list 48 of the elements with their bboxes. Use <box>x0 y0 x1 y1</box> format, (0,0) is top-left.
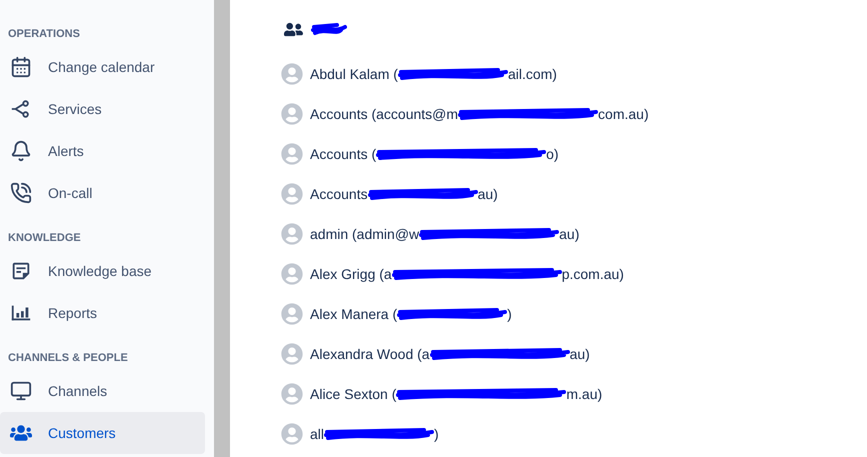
member-name: Alice Sexton ( <box>310 384 396 404</box>
member-email-end: au) <box>570 344 590 364</box>
member-name: Accounts (accounts@m <box>310 104 458 124</box>
scrollbar[interactable] <box>214 0 230 457</box>
nav-item[interactable]: Alerts <box>0 130 205 172</box>
member-email-end: com.au) <box>598 104 649 124</box>
member-name: Alex Manera ( <box>310 304 398 324</box>
monitor-icon <box>10 380 32 402</box>
calendar-icon <box>10 56 32 78</box>
member-email-end: au) <box>559 224 580 244</box>
nav-item[interactable]: Knowledge base <box>0 250 205 292</box>
member-name: Abdul Kalam ( <box>310 64 398 84</box>
avatar-icon <box>281 263 303 285</box>
member-email-end: ) <box>507 304 512 324</box>
nav-item[interactable]: Services <box>0 88 205 130</box>
avatar-icon <box>281 183 303 205</box>
member-name: Accounts <box>310 184 368 204</box>
member-name: all <box>310 424 324 444</box>
avatar-icon <box>281 383 303 405</box>
bell-icon <box>10 140 32 162</box>
member-email-end: au) <box>478 184 498 204</box>
section-heading: KNOWLEDGE <box>7 230 82 246</box>
member-email-end: ail.com) <box>508 64 557 84</box>
avatar-icon <box>281 63 303 85</box>
section-heading: OPERATIONS <box>7 26 81 42</box>
member-email-end: p.com.au) <box>562 264 624 284</box>
nav-item[interactable]: Customers <box>0 412 205 454</box>
avatar-icon <box>281 343 303 365</box>
nav-item[interactable]: Channels <box>0 370 205 412</box>
nav-item[interactable]: Change calendar <box>0 46 205 88</box>
redaction-scribble <box>311 21 347 37</box>
section-heading: CHANNELS & PEOPLE <box>7 350 129 366</box>
member-name: Alex Grigg (a <box>310 264 392 284</box>
avatar-icon <box>281 103 303 125</box>
member-name: admin (admin@w <box>310 224 420 244</box>
member-name: Alexandra Wood (a <box>310 344 430 364</box>
nav-item[interactable]: On-call <box>0 172 205 214</box>
avatar-icon <box>281 423 303 445</box>
avatar-icon <box>281 303 303 325</box>
avatar-icon <box>281 223 303 245</box>
member-name: Accounts ( <box>310 144 376 164</box>
member-email-end: o) <box>546 144 559 164</box>
avatar-icon <box>281 143 303 165</box>
note-icon <box>10 260 32 282</box>
member-email-end: m.au) <box>566 384 602 404</box>
phone-icon <box>10 182 32 204</box>
member-email-end: ) <box>434 424 439 444</box>
nav-item[interactable]: Reports <box>0 292 205 334</box>
